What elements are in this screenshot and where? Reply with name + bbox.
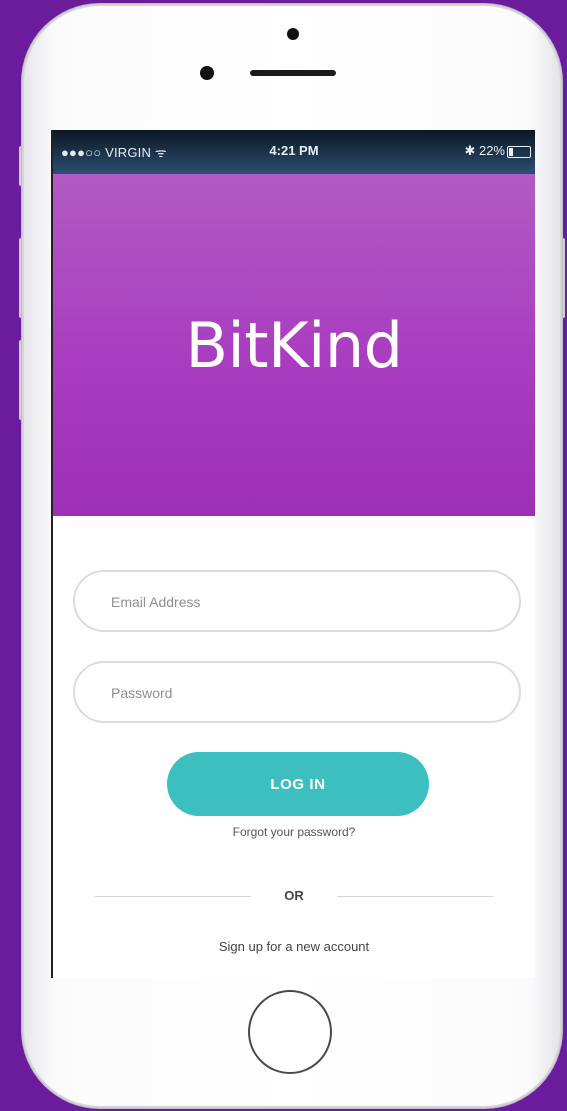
status-bar: ●●●○○ VIRGIN ᯤ 4:21 PM ✱ 22% <box>53 130 535 174</box>
divider-line-right <box>337 896 493 897</box>
status-time: 4:21 PM <box>269 143 319 158</box>
battery-level <box>509 148 513 156</box>
front-camera <box>200 66 214 80</box>
phone-screen: ●●●○○ VIRGIN ᯤ 4:21 PM ✱ 22% BitKind LOG… <box>51 130 535 978</box>
signup-link[interactable]: Sign up for a new account <box>53 939 535 954</box>
battery-percent: ✱ 22% <box>464 143 505 158</box>
page-background: ●●●○○ VIRGIN ᯤ 4:21 PM ✱ 22% BitKind LOG… <box>0 0 567 1111</box>
earpiece-speaker <box>250 70 336 76</box>
email-field[interactable] <box>73 570 521 632</box>
email-input[interactable] <box>109 572 493 632</box>
battery-icon <box>507 146 531 158</box>
forgot-password-link[interactable]: Forgot your password? <box>53 825 535 839</box>
or-divider: OR <box>53 886 535 906</box>
home-button[interactable] <box>248 990 332 1074</box>
app-title: BitKind <box>185 309 403 382</box>
password-input[interactable] <box>109 663 493 723</box>
login-button[interactable]: LOG IN <box>167 752 429 816</box>
password-field[interactable] <box>73 661 521 723</box>
proximity-sensor <box>287 28 299 40</box>
app-header: BitKind <box>53 174 535 516</box>
